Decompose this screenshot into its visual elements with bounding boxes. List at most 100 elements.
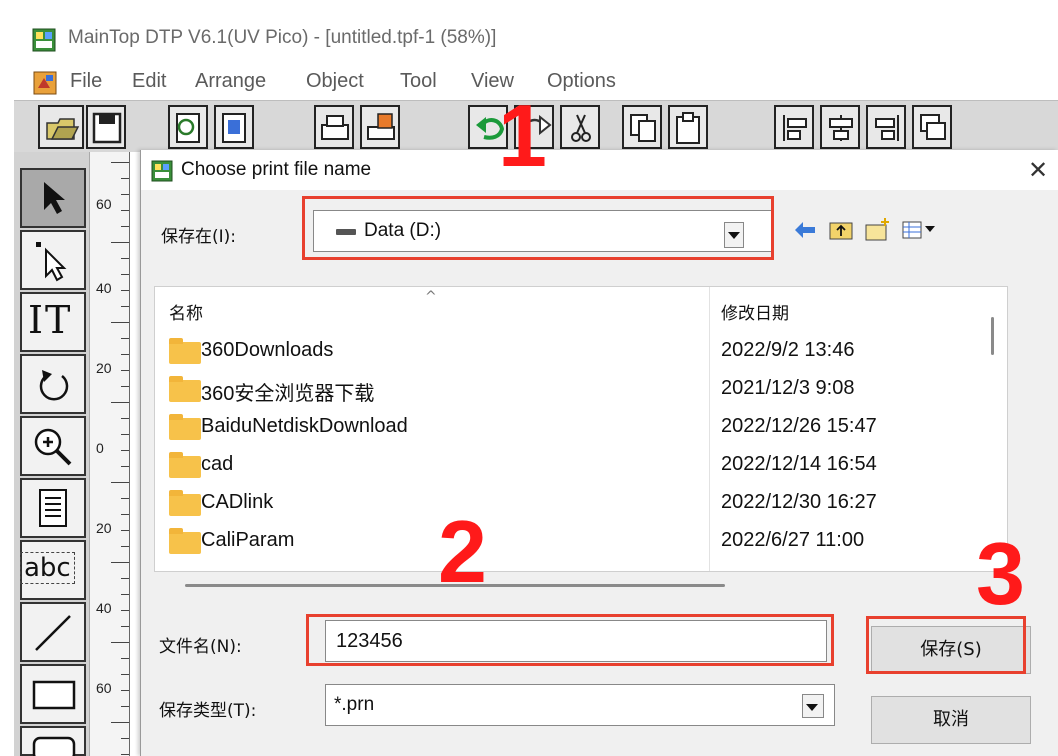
node-edit-icon[interactable] [20,230,86,290]
file-type-label: 保存类型(T): [159,701,257,721]
save-in-dropdown[interactable]: Data (D:) [313,210,773,252]
ruler-tick [121,738,129,739]
folder-icon [169,376,201,402]
folder-icon [169,414,201,440]
view-menu-icon[interactable] [901,216,941,244]
sort-arrow-icon: ^ [425,289,437,305]
app-title-bar: MainTop DTP V6.1(UV Pico) - [untitled.tp… [14,16,1058,62]
file-name: CaliParam [201,529,295,551]
save-icon[interactable] [86,105,126,149]
ruler-tick [121,626,129,627]
abc-tool-label: abc [20,552,75,584]
file-name-label: 文件名(N): [159,637,242,657]
column-header-modified[interactable]: 修改日期 [721,299,789,324]
close-icon[interactable]: ✕ [1023,156,1053,184]
line-icon[interactable] [20,602,86,662]
ruler-label: 0 [96,440,104,456]
ruler-tick [111,402,129,403]
file-name: BaiduNetdiskDownload [201,415,408,437]
file-date: 2022/9/2 13:46 [721,339,855,361]
text-icon[interactable]: IT [20,292,86,352]
menu-object[interactable]: Object [306,70,364,93]
print-setup-icon[interactable] [360,105,400,149]
file-name: CADlink [201,491,274,513]
menu-options[interactable]: Options [547,70,616,93]
ruler-tick [121,578,129,579]
ruler-tick [111,242,129,243]
column-header-name[interactable]: 名称 [169,299,203,324]
align-center-icon[interactable] [820,105,860,149]
vertical-ruler: 60 40 20 0 20 40 60 [90,152,130,756]
file-type-dropdown[interactable]: *.prn [325,684,835,726]
file-name: 360安全浏览器下载 [201,383,375,405]
arrange-icon[interactable] [912,105,952,149]
document-icon[interactable] [32,70,58,96]
menu-file[interactable]: File [70,70,102,93]
ruler-tick [121,754,129,755]
list-item[interactable]: BaiduNetdiskDownload 2022/12/26 15:47 [155,409,975,447]
folder-icon [169,528,201,554]
ruler-tick [111,322,129,323]
list-item[interactable]: 360安全浏览器下载 2021/12/3 9:08 [155,371,975,409]
file-name: cad [201,453,234,475]
list-item[interactable]: 360Downloads 2022/9/2 13:46 [155,333,975,371]
copy-icon[interactable] [622,105,662,149]
step-number-1: 1 [498,86,547,185]
folder-icon [169,490,201,516]
ruler-tick [121,434,129,435]
paragraph-icon[interactable] [20,478,86,538]
app-title: MainTop DTP V6.1(UV Pico) - [untitled.tp… [68,27,497,48]
ruler-tick [121,498,129,499]
step-number-3: 3 [976,524,1025,623]
zoom-icon[interactable] [20,416,86,476]
ruler-label: 20 [96,360,112,376]
list-item[interactable]: CaliParam 2022/6/27 11:00 [155,523,975,561]
chevron-down-icon[interactable] [802,694,824,718]
paste-icon[interactable] [668,105,708,149]
align-left-icon[interactable] [774,105,814,149]
abc-text-icon[interactable]: abc [20,540,86,600]
back-arrow-icon[interactable] [791,216,819,244]
menu-edit[interactable]: Edit [132,70,166,93]
ruler-tick [121,594,129,595]
file-name-input[interactable]: 123456 [325,620,827,662]
file-date: 2022/12/14 16:54 [721,453,877,475]
file-date: 2022/6/27 11:00 [721,529,865,551]
ruler-tick [121,290,129,291]
menu-arrange[interactable]: Arrange [195,70,266,93]
file-date: 2022/12/26 15:47 [721,415,877,437]
new-folder-icon[interactable] [863,216,891,244]
folder-icon [169,338,201,364]
ruler-tick [121,370,129,371]
folder-icon [169,452,201,478]
dialog-title-bar: Choose print file name ✕ [141,150,1058,190]
align-right-icon[interactable] [866,105,906,149]
chevron-down-icon[interactable] [724,222,744,248]
ruler-tick [121,418,129,419]
text-tool-label: IT [28,298,73,342]
import-icon[interactable] [168,105,208,149]
ruler-tick [121,354,129,355]
rectangle-icon[interactable] [20,664,86,724]
list-item[interactable]: cad 2022/12/14 16:54 [155,447,975,485]
cut-icon[interactable] [560,105,600,149]
cancel-button[interactable]: 取消 [871,696,1031,744]
print-icon[interactable] [314,105,354,149]
rotate-icon[interactable] [20,354,86,414]
open-icon[interactable] [38,105,84,149]
ruler-tick [121,194,129,195]
list-item[interactable]: CADlink 2022/12/30 16:27 [155,485,975,523]
drive-icon [336,229,356,235]
rounded-rect-icon[interactable] [20,726,86,756]
ruler-tick [121,178,129,179]
save-button[interactable]: 保存(S) [871,626,1031,674]
ruler-tick [121,466,129,467]
pointer-icon[interactable] [20,168,86,228]
export-icon[interactable] [214,105,254,149]
ruler-tick [121,546,129,547]
menu-tool[interactable]: Tool [400,70,437,93]
scrollbar-thumb[interactable] [991,317,994,355]
ruler-tick [121,274,129,275]
save-in-value: Data (D:) [364,220,442,241]
up-folder-icon[interactable] [827,216,855,244]
